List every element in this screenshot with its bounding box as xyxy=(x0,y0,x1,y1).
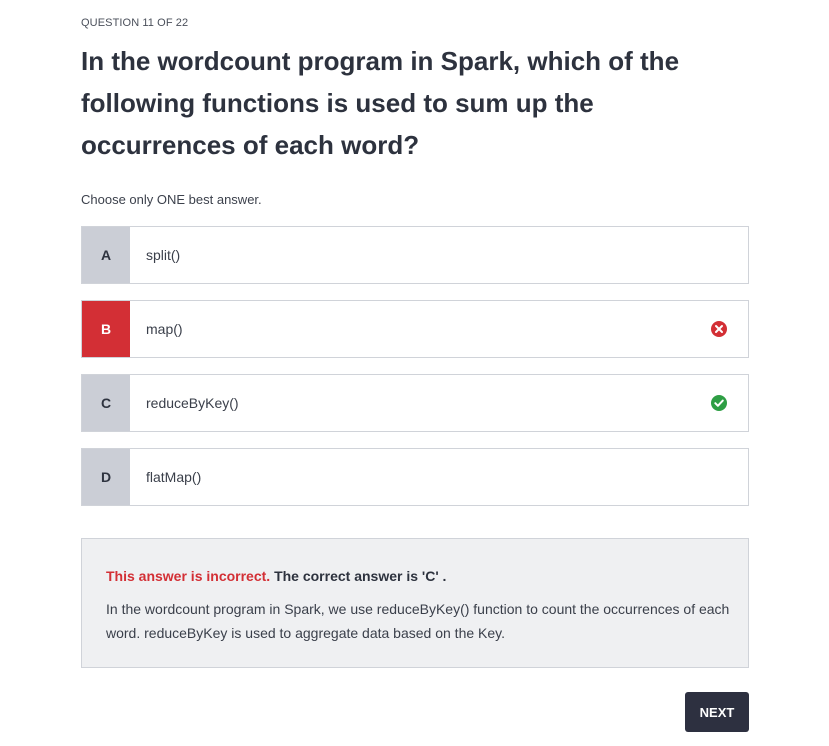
option-letter: B xyxy=(82,301,130,357)
option-letter: C xyxy=(82,375,130,431)
feedback-explanation: In the wordcount program in Spark, we us… xyxy=(106,601,730,641)
option-text: reduceByKey() xyxy=(146,395,239,411)
option-text: split() xyxy=(146,247,181,263)
x-circle-icon xyxy=(711,321,727,337)
check-circle-icon xyxy=(711,395,727,411)
option-letter: D xyxy=(82,449,130,505)
option-c[interactable]: C reduceByKey() xyxy=(81,374,749,432)
incorrect-label: This answer is incorrect. xyxy=(106,568,271,584)
answer-instruction: Choose only ONE best answer. xyxy=(81,192,262,207)
question-title: In the wordcount program in Spark, which… xyxy=(81,46,680,160)
option-d[interactable]: D flatMap() xyxy=(81,448,749,506)
correct-answer-text: The correct answer is 'C' . xyxy=(274,568,447,584)
option-text: map() xyxy=(146,321,183,337)
feedback-panel: This answer is incorrect. The correct an… xyxy=(81,538,749,668)
question-counter: QUESTION 11 OF 22 xyxy=(81,17,189,29)
option-a[interactable]: A split() xyxy=(81,226,749,284)
next-button[interactable]: NEXT xyxy=(685,692,749,732)
feedback-heading: This answer is incorrect. The correct an… xyxy=(106,568,446,584)
option-text: flatMap() xyxy=(146,469,202,485)
option-b[interactable]: B map() xyxy=(81,300,749,358)
option-letter: A xyxy=(82,227,130,283)
